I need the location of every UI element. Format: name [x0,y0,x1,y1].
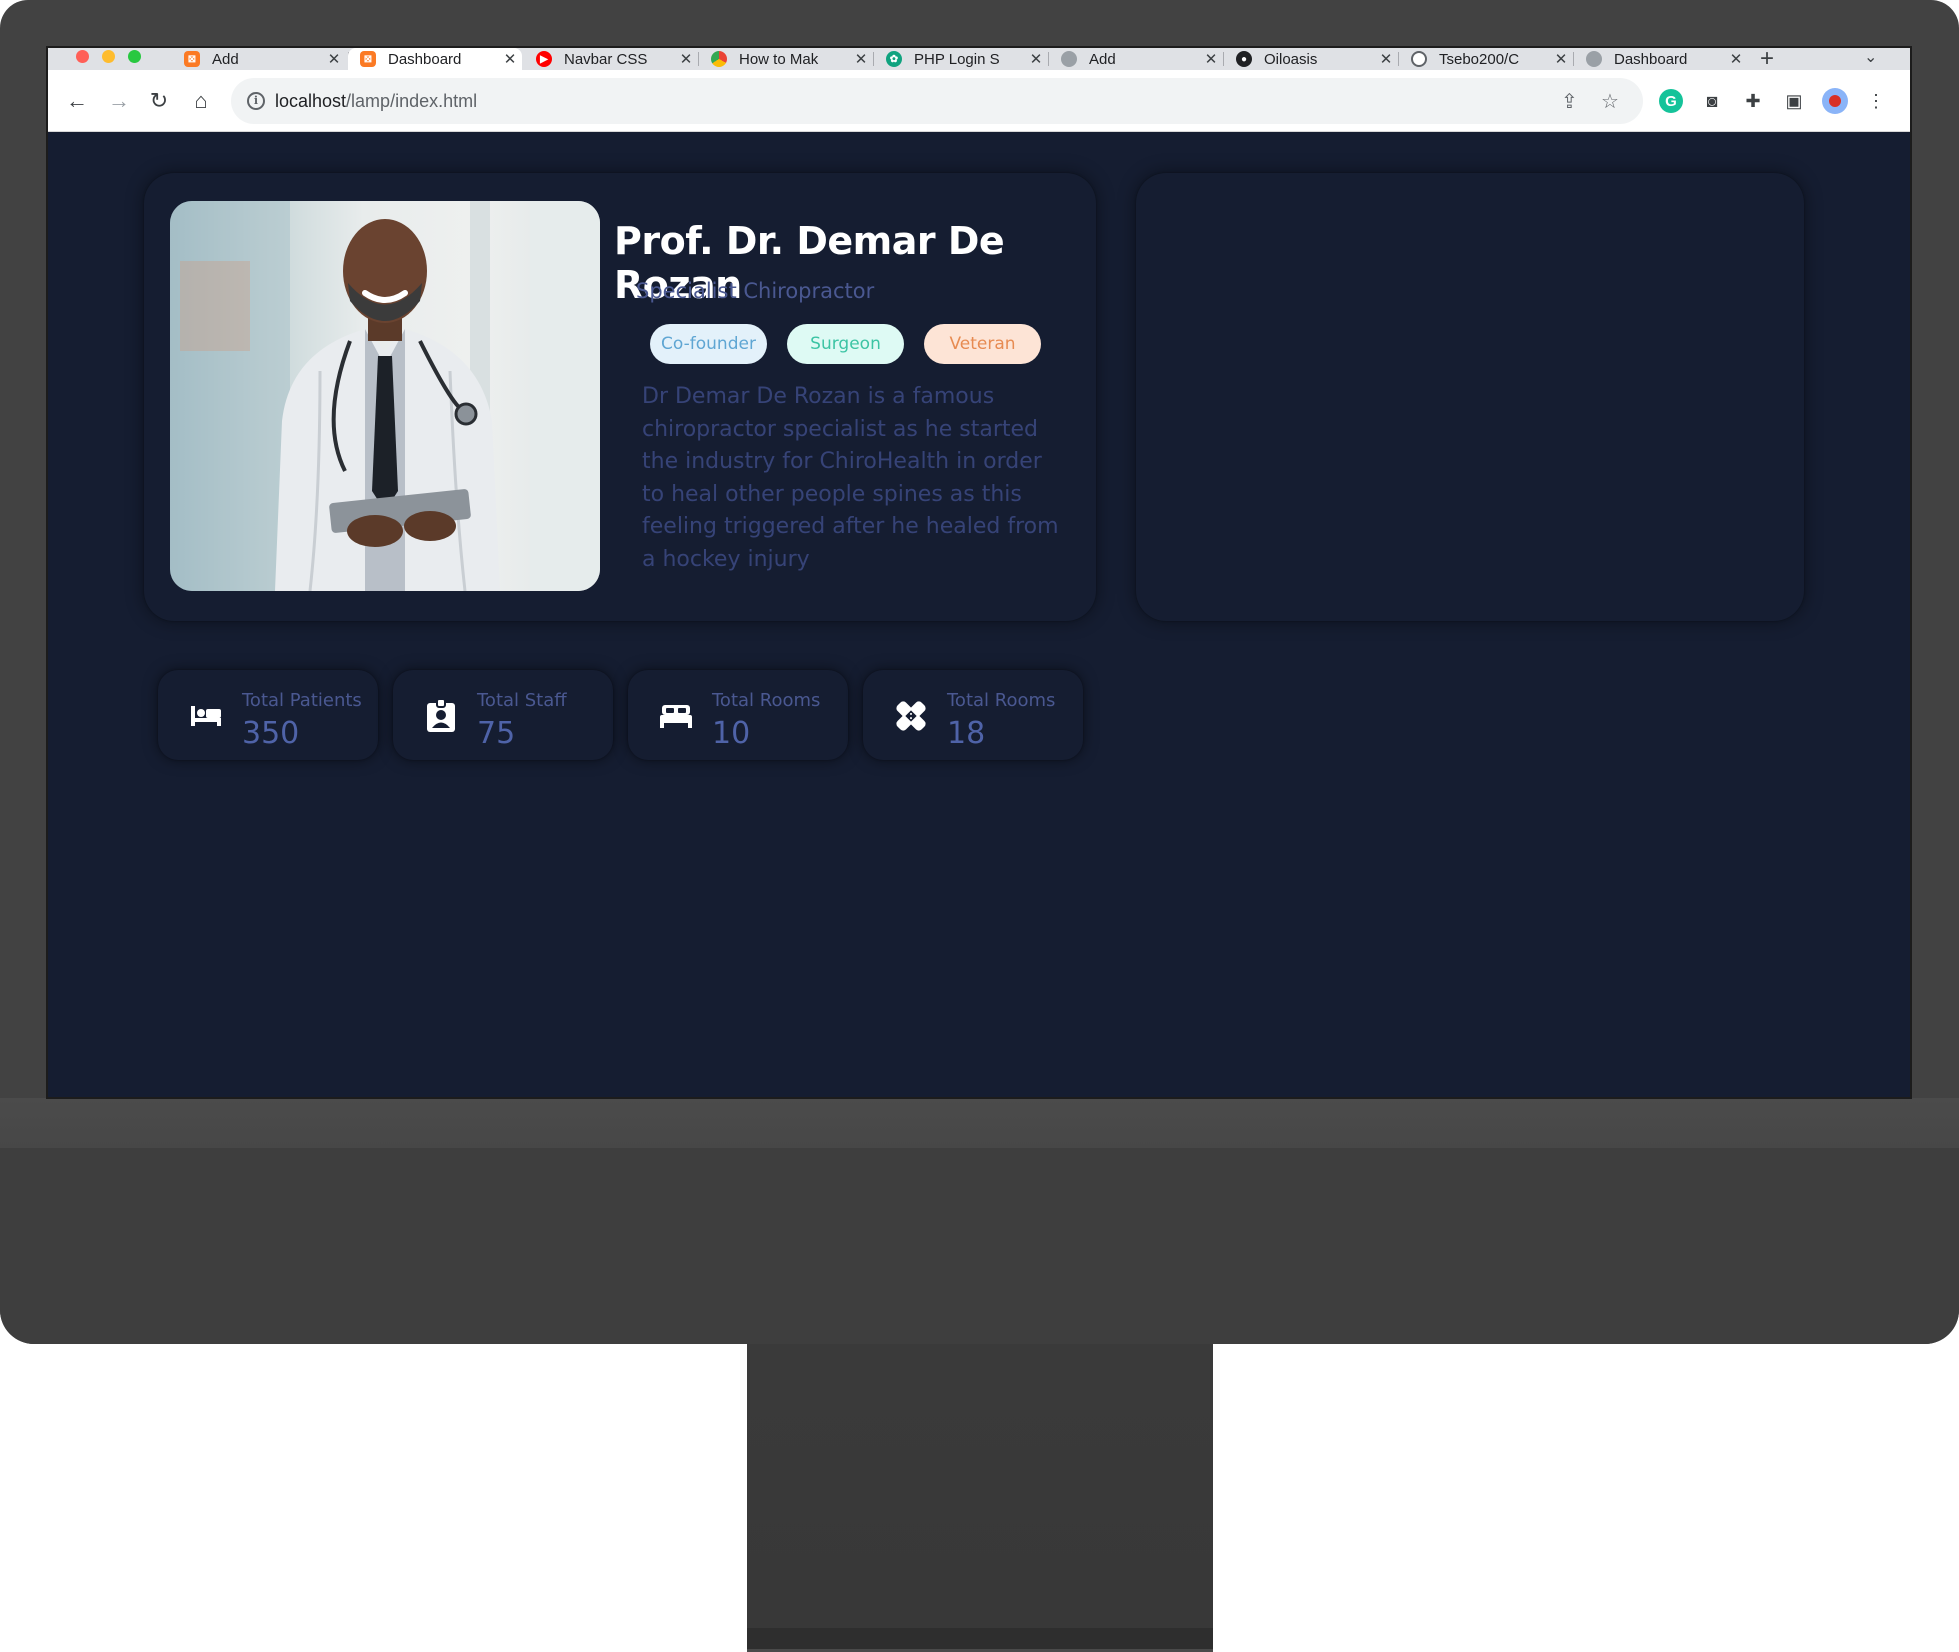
monitor-divider [0,1098,1959,1148]
profile-avatar-icon[interactable] [1822,88,1848,114]
bookmark-star-icon[interactable]: ☆ [1601,89,1619,114]
close-tab-icon[interactable]: ✕ [498,50,522,68]
oiloasis-icon: ● [1236,51,1252,67]
url-text[interactable]: localhost/lamp/index.html [275,91,477,112]
monitor-chin [0,1148,1959,1344]
bandage-icon [893,698,929,734]
chrome-icon [711,51,727,67]
dashboard-page: Prof. Dr. Demar De Rozan Specialist Chir… [48,133,1910,1097]
grammarly-extension-icon[interactable]: G [1659,89,1683,113]
tab-php-login[interactable]: ✿ PHP Login S ✕ [874,48,1048,70]
tag-cofounder: Co-founder [650,324,767,364]
close-tab-icon[interactable]: ✕ [322,50,346,68]
back-arrow-icon[interactable]: ← [62,86,92,116]
side-panel-icon[interactable]: ▣ [1781,88,1807,114]
stat-card-total-rooms: Total Rooms 10 [628,670,848,760]
extensions-puzzle-icon[interactable]: ✚ [1740,88,1766,114]
monitor-stand [747,1344,1213,1652]
tab-oiloasis[interactable]: ● Oiloasis ✕ [1224,48,1398,70]
stat-card-total-rooms-2: Total Rooms 18 [863,670,1083,760]
globe-icon [1061,51,1077,67]
globe-icon [1586,51,1602,67]
doctor-bio: Dr Demar De Rozan is a famous chiropract… [642,384,1059,572]
address-bar[interactable]: i localhost/lamp/index.html ⇪ ☆ [231,78,1643,124]
doctor-specialty: Specialist Chiropractor [636,279,875,303]
camera-extension-icon[interactable]: ◙ [1699,88,1725,114]
id-badge-icon [423,698,459,734]
stat-card-total-patients: Total Patients 350 [158,670,378,760]
tab-search-chevron-icon[interactable]: ⌄ [1864,48,1877,67]
tab-bar: ⊠ Add ✕ ⊠ Dashboard ✕ ▶ Navbar CSS ✕ How… [48,48,1910,73]
forward-arrow-icon[interactable]: → [104,86,134,116]
tag-surgeon: Surgeon [787,324,904,364]
tab-dashboard-2[interactable]: Dashboard ✕ [1574,48,1748,70]
stat-label: Total Patients [242,690,362,711]
doctor-profile-card: Prof. Dr. Demar De Rozan Specialist Chir… [144,173,1096,621]
xampp-icon: ⊠ [184,51,200,67]
maximize-window-button[interactable] [128,50,141,63]
close-tab-icon[interactable]: ✕ [1374,50,1398,68]
stat-value: 10 [712,716,751,751]
bed-icon [658,698,694,734]
browser-toolbar: ← → ↻ ⌂ i localhost/lamp/index.html ⇪ ☆ … [48,70,1910,132]
stat-value: 18 [947,716,986,751]
screen: ⊠ Add ✕ ⊠ Dashboard ✕ ▶ Navbar CSS ✕ How… [46,46,1912,1099]
github-icon [1411,51,1427,67]
tab-dashboard-active[interactable]: ⊠ Dashboard ✕ [348,48,522,70]
doctor-photo [170,201,600,591]
home-icon[interactable]: ⌂ [186,86,216,116]
tab-navbar-css[interactable]: ▶ Navbar CSS ✕ [524,48,698,70]
youtube-icon: ▶ [536,51,552,67]
stat-label: Total Rooms [947,690,1056,711]
close-window-button[interactable] [76,50,89,63]
xampp-icon: ⊠ [360,51,376,67]
menu-kebab-icon[interactable]: ⋮ [1863,88,1889,114]
share-icon[interactable]: ⇪ [1561,89,1578,114]
close-tab-icon[interactable]: ✕ [674,50,698,68]
reload-icon[interactable]: ↻ [144,86,174,116]
empty-side-card [1136,173,1804,621]
doctor-photo-illustration [170,201,600,591]
stat-value: 350 [242,716,300,751]
bed-patient-icon [188,698,224,734]
tab-add-2[interactable]: Add ✕ [1049,48,1223,70]
monitor-stand-foot [747,1628,1213,1652]
minimize-window-button[interactable] [102,50,115,63]
stat-card-total-staff: Total Staff 75 [393,670,613,760]
close-tab-icon[interactable]: ✕ [1549,50,1573,68]
tab-github[interactable]: Tsebo200/C ✕ [1399,48,1573,70]
close-tab-icon[interactable]: ✕ [849,50,873,68]
chatgpt-icon: ✿ [886,51,902,67]
tag-veteran: Veteran [924,324,1041,364]
stat-label: Total Staff [477,690,567,711]
tab-add[interactable]: ⊠ Add ✕ [172,48,346,70]
stat-label: Total Rooms [712,690,821,711]
new-tab-button[interactable]: + [1760,48,1774,73]
stat-value: 75 [477,716,516,751]
close-tab-icon[interactable]: ✕ [1024,50,1048,68]
tab-how-to-make[interactable]: How to Mak ✕ [699,48,873,70]
close-tab-icon[interactable]: ✕ [1724,50,1748,68]
close-tab-icon[interactable]: ✕ [1199,50,1223,68]
site-info-icon[interactable]: i [247,92,265,110]
